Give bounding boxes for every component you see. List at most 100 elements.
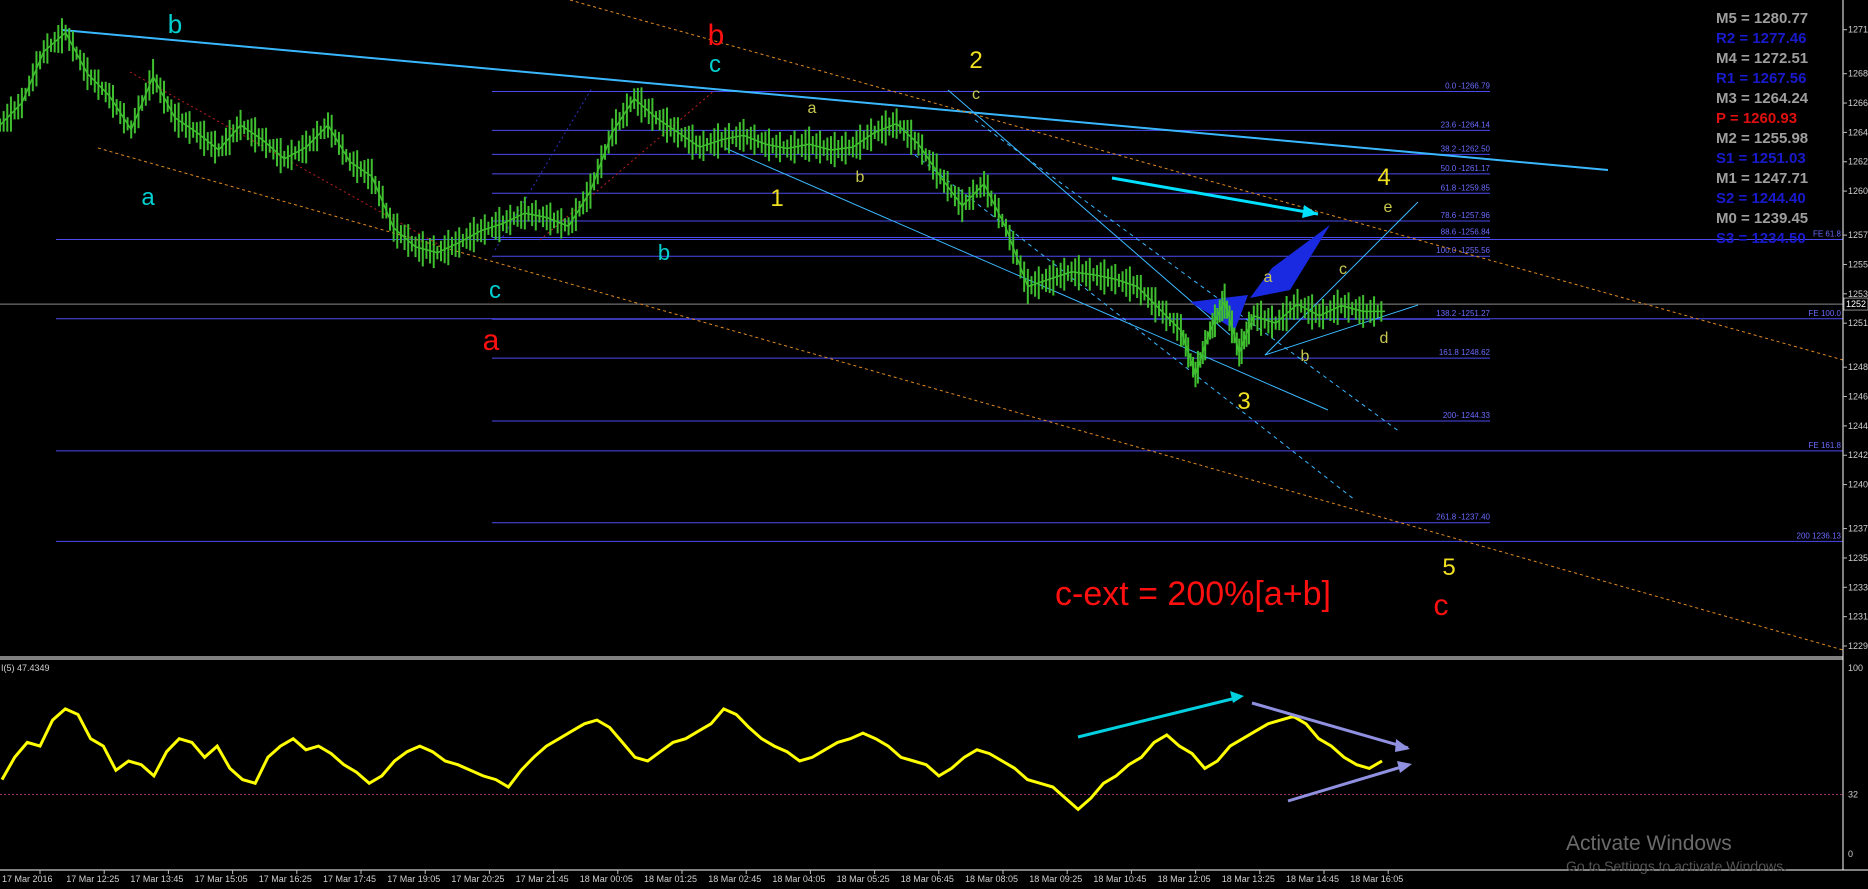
wave-label: c	[489, 277, 501, 304]
x-tick-label: 17 Mar 17:45	[323, 874, 376, 884]
fib-retracement-label: 38.2 -1262.50	[1441, 144, 1491, 153]
current-price-label: 1252	[1846, 299, 1866, 309]
y-tick-label: 1257	[1848, 230, 1868, 240]
fib-retracement-label: 138.2 -1251.27	[1436, 309, 1490, 318]
x-tick-label: 18 Mar 16:05	[1350, 874, 1403, 884]
y-tick-label: 1237	[1848, 524, 1868, 534]
wave-label: b	[856, 169, 865, 186]
price-series	[0, 18, 1385, 388]
x-tick-label: 17 Mar 13:45	[130, 874, 183, 884]
wave-label: e	[1384, 199, 1393, 216]
wave-label: b	[708, 19, 725, 52]
x-tick-label: 17 Mar 2016	[2, 874, 53, 884]
pivot-level: M3 = 1264.24	[1716, 90, 1809, 107]
y-tick-label: 1255	[1848, 259, 1868, 269]
y-tick-label: 1229	[1848, 641, 1868, 651]
wave-label: c	[972, 86, 980, 103]
channel-dotted-line	[914, 154, 1356, 501]
pivot-level: M1 = 1247.71	[1716, 170, 1809, 187]
x-tick-label: 18 Mar 02:45	[708, 874, 761, 884]
fib-retracement-label: 61.8 -1259.85	[1441, 183, 1491, 192]
channel-lower-line	[724, 147, 1329, 411]
oscillator-triangle-lower-head	[1397, 761, 1412, 773]
x-tick-label: 18 Mar 13:25	[1222, 874, 1275, 884]
fib-retracement-label: 261.8 -1237.40	[1436, 513, 1490, 522]
oscillator-cyan-arrow-head	[1230, 691, 1244, 703]
x-tick-label: 18 Mar 10:45	[1093, 874, 1146, 884]
price-chart[interactable]: 0.0 -1266.7923.6 -1264.1438.2 -1262.5050…	[0, 0, 1868, 889]
wave-label: b	[168, 9, 182, 39]
oscillator-panel: 100 32 0 I(5) 47.4349	[0, 663, 1863, 859]
fib-retracement-label: 88.6 -1256.84	[1441, 227, 1491, 236]
x-tick-label: 18 Mar 14:45	[1286, 874, 1339, 884]
x-tick-label: 17 Mar 20:25	[451, 874, 504, 884]
x-tick-label: 17 Mar 15:05	[195, 874, 248, 884]
channel-upper-line	[947, 89, 1231, 336]
fib-expansion-label: FE 161.8	[1809, 441, 1842, 450]
y-tick-label: 1231	[1848, 612, 1868, 622]
x-tick-label: 18 Mar 04:05	[772, 874, 825, 884]
pivot-level: S2 = 1244.40	[1716, 190, 1806, 207]
wave-label: 1	[770, 185, 783, 212]
x-tick-label: 18 Mar 05:25	[837, 874, 890, 884]
oscillator-triangle-lower	[1287, 763, 1409, 803]
cyan-arrow-head	[1302, 205, 1318, 218]
pivot-level: M5 = 1280.77	[1716, 10, 1809, 27]
y-tick-label: 1246	[1848, 392, 1868, 402]
y-tick-label: 1240	[1848, 480, 1868, 490]
harmonic-pattern-right	[1250, 225, 1330, 298]
pivot-level: M0 = 1239.45	[1716, 210, 1809, 227]
cyan-arrow-line	[1111, 176, 1319, 216]
x-tick-label: 17 Mar 12:25	[66, 874, 119, 884]
fib-retracement-label: 200- 1244.33	[1443, 411, 1491, 420]
y-tick-label: 1244	[1848, 421, 1868, 431]
wave-labels: bacbcabc12345abcabcdec-ext = 200%[a+b]	[141, 9, 1455, 622]
y-tick-label: 1268	[1848, 69, 1868, 79]
oscillator-triangle-upper	[1251, 701, 1409, 750]
wave-label: c	[1434, 589, 1449, 622]
wave-label: c	[709, 51, 721, 78]
y-tick-label: 1262	[1848, 157, 1868, 167]
pivot-level: M2 = 1255.98	[1716, 130, 1809, 147]
oscillator-triangle-upper-head	[1395, 739, 1410, 752]
activate-windows-subtitle: Go to Settings to activate Windows.	[1566, 858, 1787, 874]
wave-label: a	[808, 100, 817, 117]
pivot-level: M4 = 1272.51	[1716, 50, 1809, 67]
fib-retracement-label: 23.6 -1264.14	[1441, 120, 1491, 129]
oscillator-tick-label: 32	[1848, 789, 1858, 799]
fib-retracement-label: 78.6 -1257.96	[1441, 211, 1491, 220]
wave-label: 5	[1442, 554, 1455, 581]
fib-expansion-label: 200 1236.13	[1797, 531, 1842, 540]
y-tick-label: 1251	[1848, 318, 1868, 328]
x-tick-label: 17 Mar 21:45	[516, 874, 569, 884]
oscillator-cyan-arrow	[1077, 695, 1241, 739]
y-tick-label: 1235	[1848, 553, 1868, 563]
wave-label: 3	[1237, 388, 1250, 415]
wave-label: d	[1380, 330, 1389, 347]
y-tick-label: 1266	[1848, 98, 1868, 108]
oscillator-tick-label: 0	[1848, 849, 1853, 859]
wave-label: 4	[1377, 164, 1390, 191]
fib-retracement-label: 50.0 -1261.17	[1441, 164, 1491, 173]
y-tick-label: 1248	[1848, 362, 1868, 372]
wave-label: 2	[969, 47, 982, 74]
wave-label: c	[1339, 261, 1347, 278]
wave-label: a	[483, 324, 500, 357]
y-tick-label: 1271	[1848, 25, 1868, 35]
axes: 1271 1268 1266 1264 1262 1260 1257 1255 1 2 5 3 1251…	[0, 0, 1868, 884]
y-tick-label: 1264	[1848, 127, 1868, 137]
x-tick-label: 18 Mar 08:05	[965, 874, 1018, 884]
x-tick-label: 18 Mar 00:05	[580, 874, 633, 884]
y-tick-label: 1233	[1848, 582, 1868, 592]
pivot-level: S1 = 1251.03	[1716, 150, 1806, 167]
fib-retracement-label: 161.8 1248.62	[1439, 348, 1491, 357]
activate-windows-title: Activate Windows	[1566, 832, 1732, 855]
oscillator-tick-label: 100	[1848, 663, 1863, 673]
pivot-level: R2 = 1277.46	[1716, 30, 1807, 47]
y-tick-label: 1260	[1848, 186, 1868, 196]
wave-label: a	[141, 184, 155, 211]
pivot-level: P = 1260.93	[1716, 110, 1798, 127]
fib-expansion-label: FE 61.8	[1813, 230, 1842, 239]
oscillator-label: I(5) 47.4349	[1, 663, 50, 673]
x-tick-label: 17 Mar 19:05	[387, 874, 440, 884]
